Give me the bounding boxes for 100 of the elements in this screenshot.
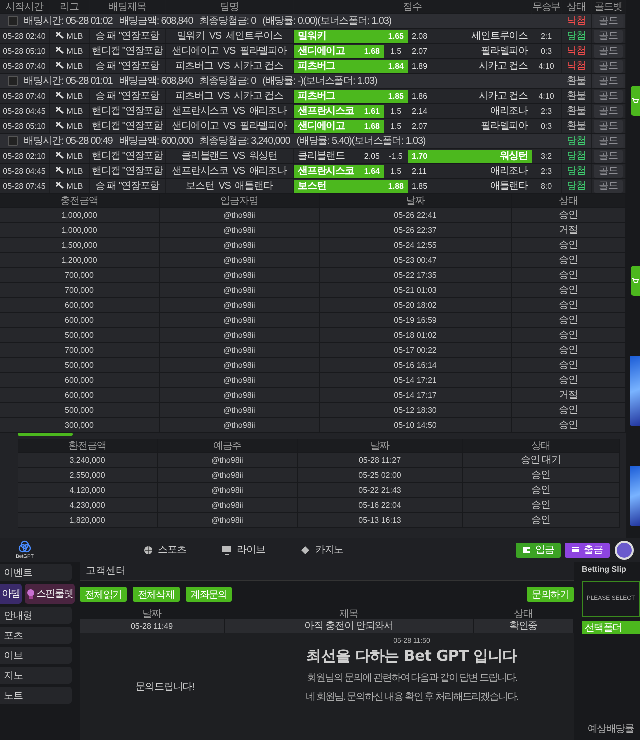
table-cell: 500,000 <box>0 328 160 342</box>
league-name: MLB <box>66 92 84 100</box>
table-cell: 05-28 02:10 <box>0 149 50 163</box>
table-cell: 700,000 <box>0 343 160 357</box>
table-cell: @tho98ii <box>160 253 320 267</box>
odds-button[interactable]: 1.85 애틀랜타 <box>408 180 532 192</box>
tab-indicator <box>18 433 73 436</box>
sidebar-item[interactable]: 노트 <box>0 687 72 704</box>
action-button[interactable]: 계좌문의 <box>186 587 232 602</box>
promo-tile[interactable]: 아템 <box>0 584 22 604</box>
odds-button[interactable]: 1.86 시카고 컵스 <box>408 90 532 102</box>
action-button[interactable]: 전체읽기 <box>80 587 127 602</box>
baseball-bat-icon <box>56 182 65 190</box>
bet-status: 낙첨 <box>562 59 592 73</box>
cart-button[interactable] <box>631 266 640 296</box>
odds-button[interactable]: 보스턴 1.88 <box>294 180 408 192</box>
withdraw-button[interactable]: 출금 <box>565 542 610 558</box>
table-cell: 클리블랜드 VS 워싱턴 <box>166 149 294 163</box>
table-cell: @tho98ii <box>160 358 320 372</box>
checkbox[interactable] <box>8 76 18 86</box>
odds-button[interactable]: 2.08 세인트루이스 <box>408 30 532 42</box>
action-button[interactable]: 전체삭제 <box>132 587 180 602</box>
panel-title: 고객센터 <box>80 562 574 581</box>
odds-label: 예상배당률 <box>587 723 636 736</box>
nav-link[interactable]: 라이브 <box>222 543 266 557</box>
sidebar-item[interactable]: 지노 <box>0 667 72 684</box>
table-cell: 05-28 07:40 <box>0 59 50 73</box>
table-cell: 1,820,000 <box>18 513 158 527</box>
table-cell: 0:3 <box>532 119 562 133</box>
table-cell: 05-20 18:02 <box>320 298 512 312</box>
table-cell: @tho98ii <box>160 298 320 312</box>
deposit-button[interactable]: 입금 <box>516 542 562 558</box>
baseball-bat-icon <box>56 122 65 130</box>
card-icon <box>572 547 580 553</box>
table-cell: 3,240,000 <box>18 453 158 467</box>
table-cell: @tho98ii <box>160 223 320 237</box>
table-cell: 2:3 <box>532 104 562 118</box>
ball-icon <box>144 546 153 554</box>
bet-status: 환불 <box>562 119 592 133</box>
handicap-value: 1.5 <box>389 122 403 130</box>
table-cell: 핸디캡 "연장포함 <box>90 119 166 133</box>
ask-button[interactable]: 문의하기 <box>527 587 574 602</box>
table-cell: 05-19 16:59 <box>320 313 512 327</box>
bet-status: 환불 <box>562 104 592 118</box>
roulette-icon <box>27 589 36 599</box>
table-cell: 05-28 11:27 <box>298 453 463 467</box>
league-name: MLB <box>66 182 84 190</box>
odds-button[interactable]: 2.07 필라델피아 <box>408 44 532 58</box>
nav-link[interactable]: 카지노 <box>301 543 344 557</box>
table-cell: 05-26 22:37 <box>320 223 512 237</box>
odds-button[interactable]: 2.11 애리조나 <box>408 164 532 178</box>
odds-button[interactable]: 밀워키 1.65 <box>294 30 408 42</box>
odds-button[interactable]: 샌프란시스코 1.64 <box>294 164 384 178</box>
odds-button[interactable]: 1.89 시카고 컵스 <box>408 60 532 72</box>
bet-status: 당첨 <box>562 134 592 148</box>
table-cell: 1,000,000 <box>0 223 160 237</box>
promo-tile[interactable]: 스핀룰렛 <box>25 584 76 604</box>
odds-button[interactable]: 피츠버그 1.85 <box>294 90 408 102</box>
odds-button[interactable]: 피츠버그 1.84 <box>294 60 408 72</box>
table-cell: 승 패 "연장포함 <box>90 179 166 193</box>
odds-button[interactable]: 2.14 애리조나 <box>408 104 532 118</box>
nav-link[interactable]: 스포츠 <box>144 543 186 557</box>
cart-icon <box>632 98 639 104</box>
sidebar-item[interactable]: 이벤트 <box>0 564 72 581</box>
odds-button[interactable]: 1.70 워싱턴 <box>408 150 532 162</box>
baseball-bat-icon <box>56 47 65 55</box>
league-name: MLB <box>66 32 84 40</box>
sidebar-item[interactable]: 포츠 <box>0 627 72 644</box>
table-cell: 05-22 17:35 <box>320 268 512 282</box>
table-cell: @tho98ii <box>160 418 320 432</box>
league-name: MLB <box>66 46 84 56</box>
sidebar-item[interactable]: 안내형 <box>0 607 72 624</box>
handicap-value: -1.5 <box>388 152 404 160</box>
table-cell: 600,000 <box>0 313 160 327</box>
odds-button[interactable]: 샌디에이고 1.68 <box>294 120 384 132</box>
cart-button[interactable] <box>631 86 640 116</box>
bet-status: 당첨 <box>562 149 592 163</box>
table-cell: 05-12 18:30 <box>320 403 512 417</box>
bet-status: 낙첨 <box>562 14 592 28</box>
odds-button[interactable]: 2.07 필라델피아 <box>408 120 532 132</box>
table-cell: 2:1 <box>532 29 562 43</box>
odds-button[interactable]: 샌디에이고 1.68 <box>294 44 384 58</box>
table-cell: 05-16 16:14 <box>320 358 512 372</box>
table-cell: 승인 <box>463 468 620 482</box>
cart-icon <box>632 278 639 284</box>
sidebar-item[interactable]: 이브 <box>0 647 72 664</box>
table-cell: 05-10 14:50 <box>320 418 512 432</box>
checkbox[interactable] <box>8 136 18 146</box>
baseball-bat-icon <box>56 107 65 115</box>
avatar[interactable] <box>615 540 634 560</box>
checkbox[interactable] <box>8 16 18 26</box>
table-cell: 핸디캡 "연장포함 <box>90 44 166 58</box>
odds-button[interactable]: 샌프란시스코 1.61 <box>294 104 384 118</box>
answer-text: 회원님의 문의에 관련하여 다음과 같이 답변 드립니다. <box>306 672 518 685</box>
handicap-value: 1.5 <box>389 46 403 56</box>
odds-button[interactable]: 클리블랜드 2.05 <box>294 150 384 162</box>
table-cell: @tho98ii <box>160 313 320 327</box>
table-cell: 승 패 "연장포함 <box>90 29 166 43</box>
table-cell: 05-25 02:00 <box>298 468 463 482</box>
table-cell: 승인 <box>463 513 620 527</box>
